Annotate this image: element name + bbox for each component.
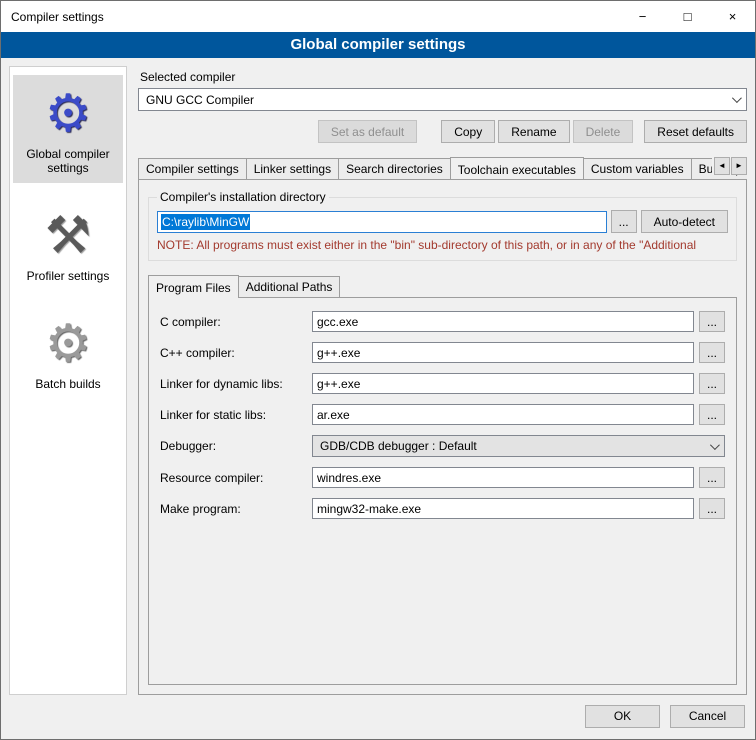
rename-button[interactable]: Rename bbox=[498, 120, 569, 143]
selected-compiler-label: Selected compiler bbox=[140, 70, 747, 84]
dynamic-linker-label: Linker for dynamic libs: bbox=[160, 377, 312, 391]
dynamic-linker-row: Linker for dynamic libs: ... bbox=[160, 373, 725, 394]
sidebar-item-label: Profiler settings bbox=[15, 269, 121, 283]
debugger-select-value: GDB/CDB debugger : Default bbox=[320, 439, 477, 453]
main-panel: Selected compiler GNU GCC Compiler Set a… bbox=[138, 66, 747, 695]
install-dir-note: NOTE: All programs must exist either in … bbox=[157, 238, 728, 252]
debugger-row: Debugger: GDB/CDB debugger : Default bbox=[160, 435, 725, 457]
tab-scroll-controls: ◄ ► bbox=[712, 157, 747, 175]
make-program-input[interactable] bbox=[312, 498, 694, 519]
c-compiler-browse-button[interactable]: ... bbox=[699, 311, 725, 332]
auto-detect-button[interactable]: Auto-detect bbox=[641, 210, 728, 233]
subtab-bar: Program Files Additional Paths bbox=[148, 275, 737, 297]
resource-compiler-browse-button[interactable]: ... bbox=[699, 467, 725, 488]
page-title: Global compiler settings bbox=[1, 32, 755, 58]
make-program-label: Make program: bbox=[160, 502, 312, 516]
make-program-browse-button[interactable]: ... bbox=[699, 498, 725, 519]
installation-directory-label: Compiler's installation directory bbox=[157, 190, 329, 204]
cpp-compiler-label: C++ compiler: bbox=[160, 346, 312, 360]
install-dir-input[interactable]: C:\raylib\MinGW bbox=[157, 211, 607, 233]
cancel-button[interactable]: Cancel bbox=[670, 705, 745, 728]
install-dir-value: C:\raylib\MinGW bbox=[161, 214, 250, 230]
c-compiler-row: C compiler: ... bbox=[160, 311, 725, 332]
dialog-body: ⚙ Global compiler settings ⚒ Profiler se… bbox=[1, 58, 755, 701]
tab-scroll-right-icon[interactable]: ► bbox=[731, 157, 747, 175]
sidebar-item-global-compiler-settings[interactable]: ⚙ Global compiler settings bbox=[13, 75, 123, 183]
close-icon: × bbox=[729, 9, 737, 24]
toolchain-executables-page: Compiler's installation directory C:\ray… bbox=[138, 179, 747, 695]
cpp-compiler-input[interactable] bbox=[312, 342, 694, 363]
maximize-icon: □ bbox=[684, 9, 692, 24]
minimize-icon: − bbox=[639, 9, 647, 24]
dynamic-linker-browse-button[interactable]: ... bbox=[699, 373, 725, 394]
debugger-label: Debugger: bbox=[160, 439, 312, 453]
resource-compiler-label: Resource compiler: bbox=[160, 471, 312, 485]
tabs-strip: Compiler settings Linker settings Search… bbox=[138, 157, 747, 179]
reset-defaults-button[interactable]: Reset defaults bbox=[644, 120, 747, 143]
tab-scroll-left-icon[interactable]: ◄ bbox=[714, 157, 730, 175]
installation-directory-group: Compiler's installation directory C:\ray… bbox=[148, 190, 737, 261]
tab-compiler-settings[interactable]: Compiler settings bbox=[138, 158, 247, 179]
resource-compiler-input[interactable] bbox=[312, 467, 694, 488]
copy-button[interactable]: Copy bbox=[441, 120, 495, 143]
static-linker-input[interactable] bbox=[312, 404, 694, 425]
static-linker-row: Linker for static libs: ... bbox=[160, 404, 725, 425]
static-linker-label: Linker for static libs: bbox=[160, 408, 312, 422]
compiler-settings-window: Compiler settings − □ × Global compiler … bbox=[0, 0, 756, 740]
resource-compiler-row: Resource compiler: ... bbox=[160, 467, 725, 488]
debugger-select[interactable]: GDB/CDB debugger : Default bbox=[312, 435, 725, 457]
sidebar-item-label: Batch builds bbox=[15, 377, 121, 391]
ok-button[interactable]: OK bbox=[585, 705, 660, 728]
titlebar: Compiler settings − □ × bbox=[1, 1, 755, 32]
hammer-icon: ⚒ bbox=[15, 203, 121, 269]
tab-bar: Compiler settings Linker settings Search… bbox=[138, 156, 747, 179]
subtab-additional-paths[interactable]: Additional Paths bbox=[238, 276, 341, 297]
window-controls: − □ × bbox=[620, 1, 755, 32]
make-program-row: Make program: ... bbox=[160, 498, 725, 519]
dynamic-linker-input[interactable] bbox=[312, 373, 694, 394]
gear-gray-icon: ⚙ bbox=[15, 311, 121, 377]
dialog-footer: OK Cancel bbox=[1, 701, 755, 739]
minimize-button[interactable]: − bbox=[620, 1, 665, 32]
sidebar-item-batch-builds[interactable]: ⚙ Batch builds bbox=[13, 305, 123, 399]
chevron-down-icon bbox=[710, 440, 720, 450]
compiler-select[interactable]: GNU GCC Compiler bbox=[138, 88, 747, 111]
static-linker-browse-button[interactable]: ... bbox=[699, 404, 725, 425]
sidebar-item-label: Global compiler settings bbox=[15, 147, 121, 175]
window-title: Compiler settings bbox=[11, 10, 620, 24]
program-files-page: C compiler: ... C++ compiler: ... Linker… bbox=[148, 297, 737, 685]
install-dir-browse-button[interactable]: ... bbox=[611, 210, 637, 233]
compiler-select-value: GNU GCC Compiler bbox=[146, 93, 254, 107]
tab-custom-variables[interactable]: Custom variables bbox=[583, 158, 692, 179]
gear-blue-icon: ⚙ bbox=[15, 81, 121, 147]
compiler-actions: Set as default Copy Rename Delete Reset … bbox=[138, 120, 747, 143]
chevron-down-icon bbox=[732, 93, 742, 103]
tab-toolchain-executables[interactable]: Toolchain executables bbox=[450, 157, 584, 179]
set-as-default-button[interactable]: Set as default bbox=[318, 120, 417, 143]
sidebar: ⚙ Global compiler settings ⚒ Profiler se… bbox=[9, 66, 127, 695]
delete-button[interactable]: Delete bbox=[573, 120, 634, 143]
c-compiler-input[interactable] bbox=[312, 311, 694, 332]
cpp-compiler-browse-button[interactable]: ... bbox=[699, 342, 725, 363]
maximize-button[interactable]: □ bbox=[665, 1, 710, 32]
tab-linker-settings[interactable]: Linker settings bbox=[246, 158, 339, 179]
close-button[interactable]: × bbox=[710, 1, 755, 32]
cpp-compiler-row: C++ compiler: ... bbox=[160, 342, 725, 363]
subtab-program-files[interactable]: Program Files bbox=[148, 275, 239, 298]
installation-directory-row: C:\raylib\MinGW ... Auto-detect bbox=[157, 210, 728, 233]
sidebar-item-profiler-settings[interactable]: ⚒ Profiler settings bbox=[13, 197, 123, 291]
c-compiler-label: C compiler: bbox=[160, 315, 312, 329]
tab-search-directories[interactable]: Search directories bbox=[338, 158, 451, 179]
